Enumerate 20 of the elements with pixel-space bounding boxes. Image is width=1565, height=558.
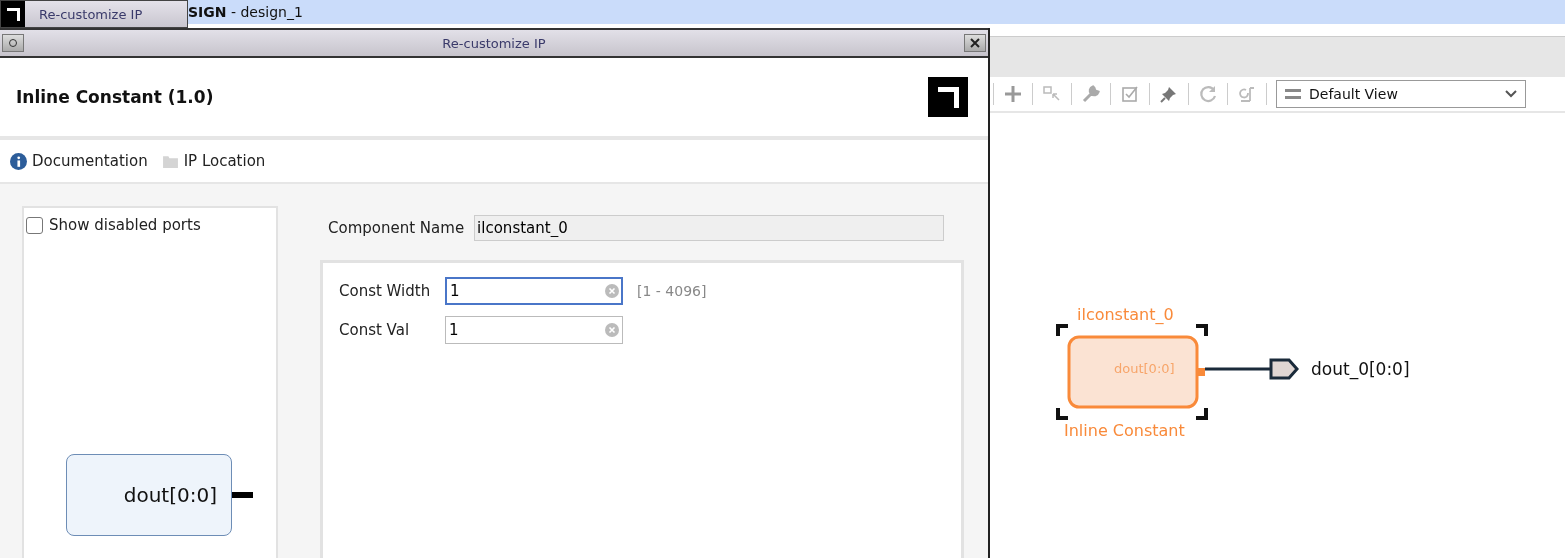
view-dropdown[interactable]: Default View bbox=[1276, 80, 1526, 108]
field-label: Const Val bbox=[339, 320, 411, 339]
app-title: SIGN - design_1 bbox=[188, 4, 303, 20]
link[interactable]: Documentation bbox=[10, 152, 148, 170]
checkbox[interactable]: Show disabled ports bbox=[24, 208, 276, 242]
range-hint: [1 - 4096] bbox=[637, 282, 707, 299]
input-field[interactable]: ilconstant_0 bbox=[474, 215, 945, 241]
port-label: dout_0[0:0] bbox=[1311, 359, 1410, 379]
field-label: Component Name bbox=[328, 219, 465, 237]
link[interactable]: IP Location bbox=[161, 152, 266, 170]
port-label: dout[0:0] bbox=[123, 483, 217, 507]
block-type-label: Inline Constant bbox=[1064, 421, 1185, 440]
field-label: Const Width bbox=[339, 281, 432, 300]
input-field[interactable]: 1 bbox=[445, 276, 623, 305]
dialog-title: Re-customize IP bbox=[442, 35, 546, 51]
ip-heading: Inline Constant (1.0) bbox=[16, 87, 214, 107]
input-field[interactable]: 1 bbox=[445, 315, 623, 344]
instance-label: ilconstant_0 bbox=[1077, 305, 1174, 324]
taskbar-button[interactable]: Re-customize IP bbox=[0, 0, 188, 28]
port-label: dout[0:0] bbox=[1114, 361, 1175, 376]
